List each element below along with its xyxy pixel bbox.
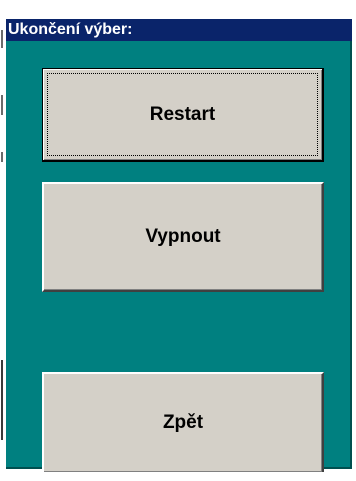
back-button[interactable]: Zpět bbox=[42, 372, 324, 472]
shutdown-button-label: Vypnout bbox=[145, 226, 221, 247]
screen: Ukončení výber: Restart Vypnout Zpět bbox=[0, 0, 356, 481]
shutdown-button[interactable]: Vypnout bbox=[42, 182, 324, 292]
edge-mark bbox=[1, 30, 3, 48]
restart-button-label: Restart bbox=[149, 103, 216, 125]
edge-mark bbox=[1, 360, 3, 440]
restart-button[interactable]: Restart bbox=[42, 68, 324, 162]
back-button-label: Zpět bbox=[162, 412, 204, 433]
dialog-title: Ukončení výber: bbox=[6, 19, 352, 41]
edge-mark bbox=[1, 152, 3, 162]
edge-mark bbox=[1, 95, 3, 115]
